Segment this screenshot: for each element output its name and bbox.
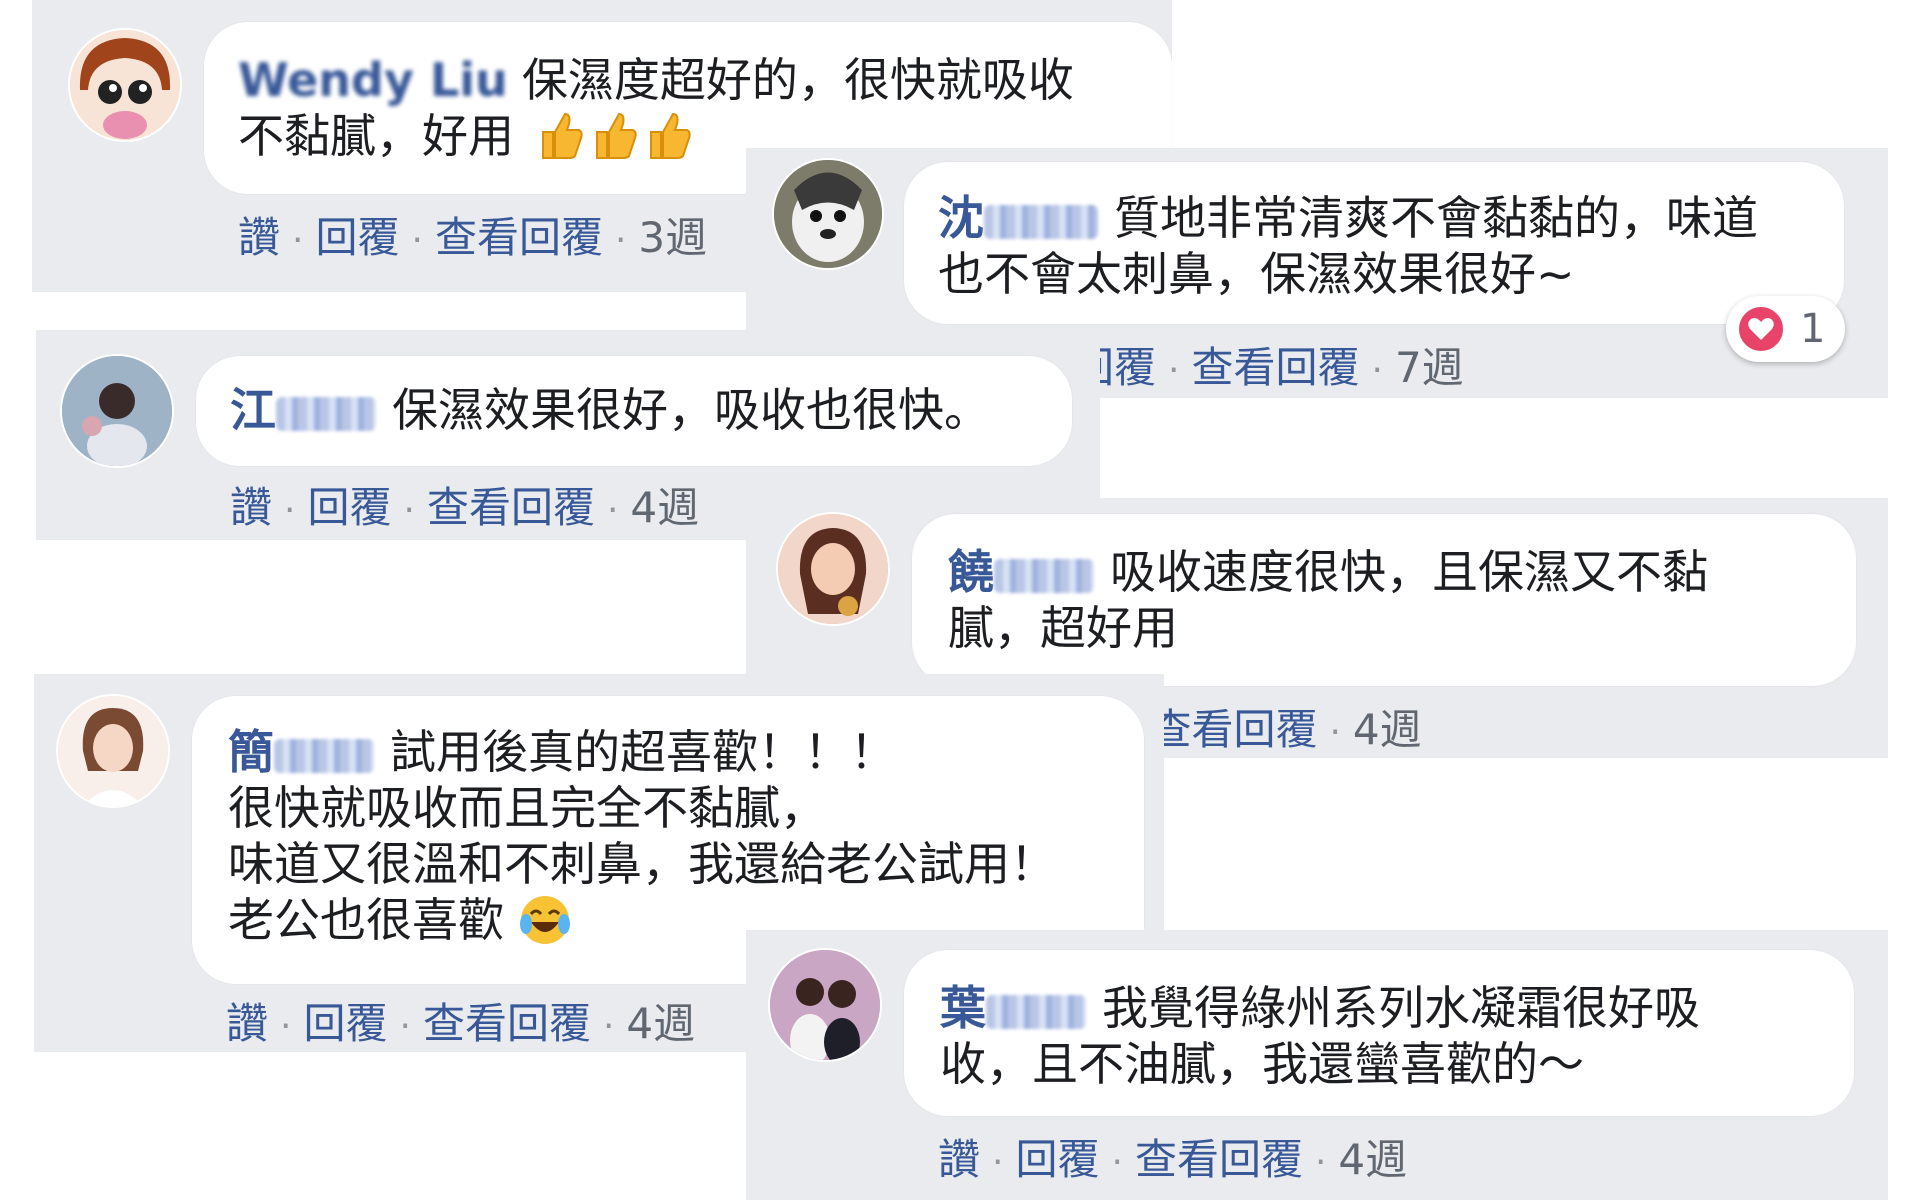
like-link[interactable]: 讚 bbox=[938, 1135, 980, 1184]
laughing-tears-emoji-icon bbox=[519, 896, 570, 944]
commenter-name[interactable]: 饒 bbox=[948, 545, 994, 599]
separator: · bbox=[606, 490, 619, 531]
user-photo-icon bbox=[770, 950, 880, 1060]
view-replies-link[interactable]: 查看回覆 bbox=[427, 483, 595, 532]
comment-text: 質地非常清爽不會黏黏的，味道 bbox=[1114, 191, 1758, 245]
comment-actions: 讚 · 回覆 · 查看回覆 · 4週 bbox=[938, 1126, 1407, 1187]
comment-text: 保濕度超好的，很快就吸收 bbox=[521, 53, 1074, 107]
comment-text: 吸收速度很快，且保濕又不黏 bbox=[1110, 545, 1708, 599]
thumbs-up-icon bbox=[595, 112, 637, 159]
separator: · bbox=[602, 1006, 615, 1047]
avatar[interactable] bbox=[772, 158, 884, 270]
separator: · bbox=[280, 1006, 292, 1047]
separator: · bbox=[614, 220, 627, 261]
avatar[interactable] bbox=[56, 694, 170, 808]
view-replies-link[interactable]: 查看回覆 bbox=[1135, 1135, 1303, 1184]
comment-actions: 讚 · 回覆 · 查看回覆 · 4週 bbox=[226, 990, 695, 1051]
dog-photo-icon bbox=[774, 160, 882, 268]
reaction-badge[interactable]: 1 bbox=[1726, 296, 1846, 362]
separator: · bbox=[399, 1006, 411, 1047]
timestamp[interactable]: 4週 bbox=[626, 999, 695, 1048]
blurred-name bbox=[276, 396, 376, 431]
view-replies-link[interactable]: 查看回覆 bbox=[1149, 705, 1317, 754]
comment-text: 保濕效果很好，吸收也很快。 bbox=[392, 383, 990, 437]
reply-link[interactable]: 回覆 bbox=[303, 999, 387, 1048]
commenter-name[interactable]: 江 bbox=[230, 383, 276, 437]
thumbs-up-icon bbox=[541, 112, 583, 159]
reaction-count: 1 bbox=[1800, 306, 1826, 352]
timestamp[interactable]: 4週 bbox=[1353, 705, 1422, 754]
thumbs-up-icon bbox=[649, 112, 691, 159]
comment-text: 試用後真的超喜歡！！！ bbox=[390, 725, 896, 779]
reply-link[interactable]: 回覆 bbox=[1015, 1135, 1099, 1184]
reply-link[interactable]: 回覆 bbox=[307, 483, 391, 532]
comment-bubble: 江 保濕效果很好，吸收也很快。 bbox=[196, 356, 1072, 466]
commenter-name[interactable]: 簡 bbox=[228, 725, 274, 779]
like-link[interactable]: 讚 bbox=[226, 999, 268, 1048]
comment-text: 膩，超好用 bbox=[948, 601, 1178, 655]
comment-text: 也不會太刺鼻，保濕效果很好~ bbox=[938, 247, 1575, 301]
comment-bubble: 葉 我覺得綠州系列水凝霜很好吸 收，且不油膩，我還蠻喜歡的～ bbox=[904, 950, 1854, 1116]
separator: · bbox=[1314, 1142, 1327, 1183]
blurred-name bbox=[274, 738, 374, 773]
comment-text: 老公也很喜歡 bbox=[228, 893, 504, 947]
view-replies-link[interactable]: 查看回覆 bbox=[423, 999, 591, 1048]
separator: · bbox=[403, 490, 415, 531]
blurred-name bbox=[986, 994, 1086, 1029]
love-reaction-icon bbox=[1736, 304, 1786, 354]
separator: · bbox=[992, 1142, 1004, 1183]
timestamp[interactable]: 7週 bbox=[1395, 343, 1464, 392]
timestamp[interactable]: 4週 bbox=[630, 483, 699, 532]
separator: · bbox=[411, 220, 423, 261]
separator: · bbox=[1329, 712, 1341, 753]
separator: · bbox=[1168, 350, 1180, 391]
comment-text: 我覺得綠州系列水凝霜很好吸 bbox=[1102, 981, 1700, 1035]
separator: · bbox=[1371, 350, 1383, 391]
commenter-name[interactable]: 沈 bbox=[938, 191, 984, 245]
separator: · bbox=[284, 490, 296, 531]
blurred-name bbox=[994, 558, 1094, 593]
like-link[interactable]: 讚 bbox=[230, 483, 272, 532]
comment-actions: 讚 · 回覆 · 查看回覆 · 4週 bbox=[230, 474, 699, 535]
comment-actions: 讚 · 回覆 · 查看回覆 · 3週 bbox=[238, 204, 707, 265]
commenter-name[interactable]: Wendy Liu bbox=[238, 53, 508, 107]
separator: · bbox=[292, 220, 304, 261]
like-link[interactable]: 讚 bbox=[238, 213, 280, 262]
comment-text: 收，且不油膩，我還蠻喜歡的～ bbox=[940, 1037, 1584, 1091]
reply-link[interactable]: 回覆 bbox=[315, 213, 399, 262]
timestamp[interactable]: 4週 bbox=[1338, 1135, 1407, 1184]
avatar[interactable] bbox=[60, 354, 174, 468]
comment-text: 味道又很溫和不刺鼻，我還給老公試用！ bbox=[228, 837, 1056, 891]
user-photo-icon bbox=[58, 696, 168, 806]
avatar[interactable] bbox=[776, 512, 890, 626]
comment-actions: 回覆 · 查看回覆 · 7週 bbox=[1072, 334, 1464, 395]
view-replies-link[interactable]: 查看回覆 bbox=[1191, 343, 1359, 392]
view-replies-link[interactable]: 查看回覆 bbox=[435, 213, 603, 262]
user-photo-icon bbox=[62, 356, 172, 466]
comment-bubble: 饒 吸收速度很快，且保濕又不黏 膩，超好用 bbox=[912, 514, 1856, 686]
separator: · bbox=[1111, 1142, 1123, 1183]
commenter-name[interactable]: 葉 bbox=[940, 981, 986, 1035]
avatar[interactable] bbox=[68, 28, 182, 142]
comment-text: 很快就吸收而且完全不黏膩， bbox=[228, 781, 826, 835]
avatar[interactable] bbox=[768, 948, 882, 1062]
user-photo-icon bbox=[778, 514, 888, 624]
comment-text: 不黏膩，好用 bbox=[238, 109, 514, 163]
timestamp[interactable]: 3週 bbox=[638, 213, 707, 262]
comment-bubble: 沈 質地非常清爽不會黏黏的，味道 也不會太刺鼻，保濕效果很好~ bbox=[904, 162, 1844, 324]
blurred-name bbox=[984, 204, 1098, 239]
cartoon-avatar-icon bbox=[70, 30, 180, 140]
